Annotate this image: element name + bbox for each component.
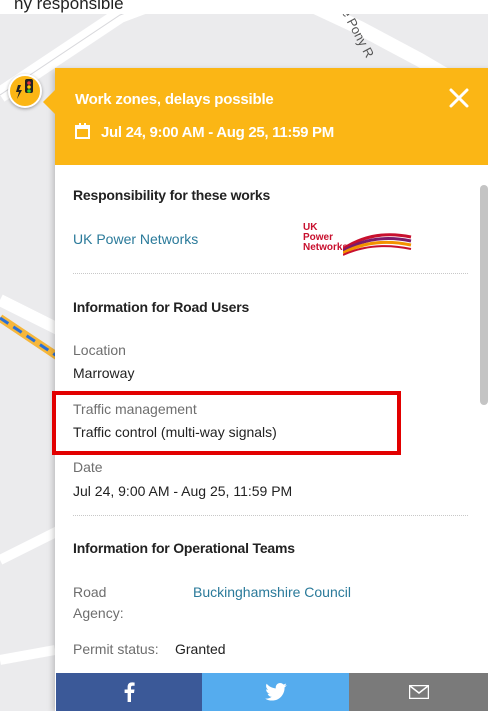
location-label: Location bbox=[73, 342, 126, 358]
facebook-icon bbox=[124, 682, 135, 702]
responsibility-heading: Responsibility for these works bbox=[73, 187, 271, 203]
date-label: Date bbox=[73, 459, 103, 475]
road-agency-label-line1: Road bbox=[73, 584, 107, 600]
logo-swoosh-icon bbox=[343, 233, 412, 256]
popup-title: Work zones, delays possible bbox=[75, 91, 274, 108]
popup-date-range: Jul 24, 9:00 AM - Aug 25, 11:59 PM bbox=[101, 124, 334, 141]
operational-heading: Information for Operational Teams bbox=[73, 540, 295, 556]
highlight-box bbox=[52, 391, 401, 455]
facebook-share-button[interactable] bbox=[56, 673, 202, 711]
scrollbar-thumb[interactable] bbox=[480, 185, 488, 405]
mail-icon bbox=[408, 685, 429, 699]
share-bar bbox=[56, 673, 488, 711]
email-share-button[interactable] bbox=[349, 673, 488, 711]
divider bbox=[73, 515, 468, 516]
top-caption: ny responsible bbox=[0, 0, 488, 14]
location-value: Marroway bbox=[73, 365, 135, 381]
incident-popup: Work zones, delays possible Jul 24, 9:00… bbox=[43, 68, 488, 711]
road-agency-link[interactable]: Buckinghamshire Council bbox=[193, 584, 351, 600]
popup-header: Work zones, delays possible Jul 24, 9:00… bbox=[55, 68, 488, 165]
traffic-light-pin[interactable] bbox=[8, 74, 44, 114]
company-link[interactable]: UK Power Networks bbox=[73, 231, 198, 247]
logo-line-3: Networks bbox=[303, 242, 349, 253]
divider bbox=[73, 273, 468, 274]
caption-text: ny responsible bbox=[14, 0, 124, 13]
traffic-light-icon bbox=[16, 79, 33, 99]
twitter-share-button[interactable] bbox=[202, 673, 349, 711]
road-users-heading: Information for Road Users bbox=[73, 299, 250, 315]
close-icon[interactable] bbox=[447, 86, 471, 110]
calendar-icon bbox=[75, 123, 90, 139]
permit-status-label: Permit status: bbox=[73, 641, 159, 657]
permit-status-value: Granted bbox=[175, 641, 226, 657]
road-agency-label-line2: Agency: bbox=[73, 605, 124, 621]
uk-power-networks-logo: UK Power Networks bbox=[303, 223, 423, 261]
twitter-icon bbox=[264, 683, 287, 701]
date-value: Jul 24, 9:00 AM - Aug 25, 11:59 PM bbox=[73, 483, 293, 499]
popup-arrow bbox=[43, 90, 55, 114]
